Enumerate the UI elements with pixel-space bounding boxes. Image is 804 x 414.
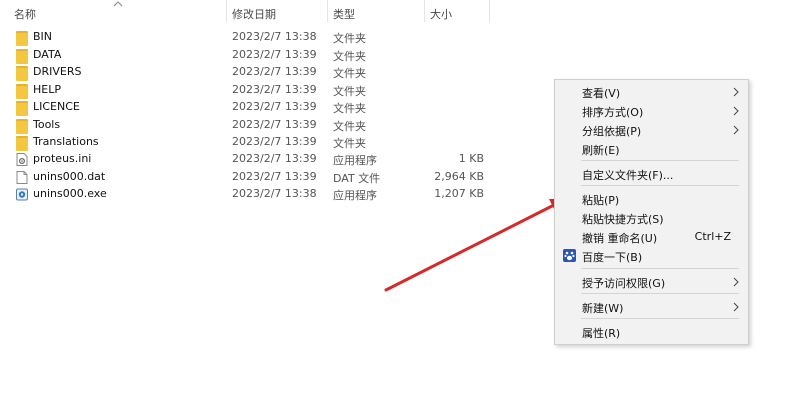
menu-item-baidu[interactable]: 百度一下(B) [555,247,748,265]
folder-icon [16,49,28,64]
chevron-right-icon [733,125,739,135]
column-size[interactable]: 大小 [430,6,452,22]
list-item[interactable]: Tools 2023/2/7 13:39 文件夹 [0,117,520,134]
folder-icon [16,66,28,81]
context-menu: 查看(V) 排序方式(O) 分组依据(P) 刷新(E) 自定义文件夹(F)...… [554,79,749,345]
list-item[interactable]: DRIVERS 2023/2/7 13:39 文件夹 [0,64,520,81]
folder-icon [16,101,28,116]
menu-item-properties[interactable]: 属性(R) [555,323,748,341]
column-name[interactable]: 名称 [14,6,36,22]
menu-separator [581,268,739,269]
folder-icon [16,84,28,99]
sort-ascending-icon [113,1,123,7]
list-item[interactable]: unins000.dat 2023/2/7 13:39 DAT 文件 2,964… [0,169,520,186]
menu-item-view[interactable]: 查看(V) [555,83,748,101]
list-item[interactable]: proteus.ini 2023/2/7 13:39 应用程序 1 KB [0,151,520,168]
column-header-row: 名称 修改日期 类型 大小 [0,0,804,26]
shortcut-label: Ctrl+Z [694,230,731,243]
list-item[interactable]: HELP 2023/2/7 13:39 文件夹 [0,82,520,99]
menu-separator [581,185,739,186]
list-item[interactable]: LICENCE 2023/2/7 13:39 文件夹 [0,99,520,116]
list-item[interactable]: Translations 2023/2/7 13:39 文件夹 [0,134,520,151]
menu-item-sort[interactable]: 排序方式(O) [555,102,748,120]
settings-file-icon [16,153,28,166]
column-type[interactable]: 类型 [333,6,355,22]
folder-icon [16,119,28,134]
menu-item-refresh[interactable]: 刷新(E) [555,140,748,158]
menu-item-grant-access[interactable]: 授予访问权限(G) [555,273,748,291]
column-divider[interactable] [327,0,328,22]
list-item[interactable]: DATA 2023/2/7 13:39 文件夹 [0,47,520,64]
menu-separator [581,160,739,161]
column-divider[interactable] [489,0,490,22]
menu-item-new[interactable]: 新建(W) [555,298,748,316]
chevron-right-icon [733,106,739,116]
column-divider[interactable] [226,0,227,22]
menu-item-paste-shortcut[interactable]: 粘贴快捷方式(S) [555,209,748,227]
menu-item-undo-rename[interactable]: 撤销 重命名(U) Ctrl+Z [555,228,748,246]
list-item[interactable]: unins000.exe 2023/2/7 13:38 应用程序 1,207 K… [0,186,520,203]
installer-icon [16,188,28,201]
folder-icon [16,31,28,46]
menu-separator [581,318,739,319]
menu-item-group-by[interactable]: 分组依据(P) [555,121,748,139]
list-item[interactable]: BIN 2023/2/7 13:38 文件夹 [0,29,520,46]
menu-item-paste[interactable]: 粘贴(P) [555,190,748,208]
baidu-icon [563,249,576,262]
chevron-right-icon [733,302,739,312]
chevron-right-icon [733,277,739,287]
chevron-right-icon [733,87,739,97]
menu-item-customize-folder[interactable]: 自定义文件夹(F)... [555,165,748,183]
file-icon [16,171,28,184]
column-divider[interactable] [424,0,425,22]
folder-icon [16,136,28,151]
menu-separator [581,293,739,294]
column-date[interactable]: 修改日期 [232,6,276,22]
